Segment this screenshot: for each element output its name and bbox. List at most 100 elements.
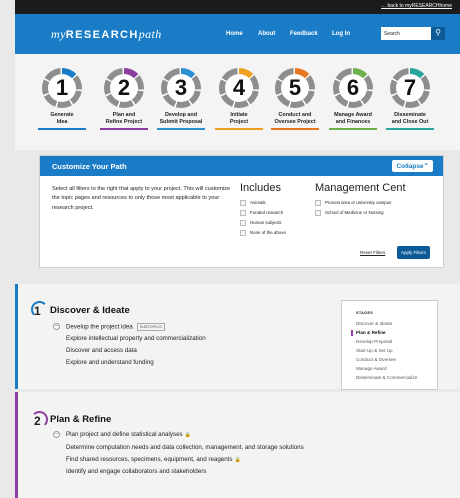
list-item-text: Find shared resources, specimens, equipm…	[66, 456, 233, 463]
list-item[interactable]: Explore intellectual property and commer…	[66, 335, 206, 342]
customize-title: Customize Your Path	[52, 162, 127, 171]
checkbox[interactable]	[240, 210, 246, 216]
stage-label: Generate Idea	[50, 112, 74, 125]
stage-underline	[215, 128, 263, 131]
logo-middle: RESEARCH	[65, 29, 139, 41]
list-item[interactable]: Discover and access data	[66, 347, 137, 354]
stages-nav-item[interactable]: Conduct & Oversee	[356, 357, 396, 362]
stage-label: Plan and Refine Project	[105, 112, 143, 125]
stages-nav-item-selected[interactable]: Plan & Refine	[356, 330, 386, 335]
collapse-button[interactable]: Collapse⌃	[392, 160, 433, 172]
stage-wheel-icon: 5	[275, 68, 315, 108]
nav-home[interactable]: Home	[226, 31, 243, 37]
management-checkbox-medicine[interactable]: School of Medicine or Nursing	[315, 210, 384, 216]
checkbox-label: Animals	[250, 200, 266, 206]
stages-nav-item[interactable]: Disseminate & Commercialize	[356, 375, 417, 380]
nav-login[interactable]: Log In	[332, 31, 350, 37]
stage-label: Disseminate and Close Out	[391, 112, 429, 125]
stage-underline	[271, 128, 319, 131]
stages-nav-item[interactable]: Develop Proposal	[356, 339, 392, 344]
stage-underline	[386, 128, 434, 131]
lock-icon: 🔒	[234, 457, 241, 463]
logo-prefix: my	[51, 27, 66, 41]
checkbox[interactable]	[315, 210, 321, 216]
stage-7[interactable]: 7 Disseminate and Close Out	[386, 68, 434, 131]
logo-suffix: path	[138, 27, 162, 41]
stages-nav-box: STAGES Discover & Ideate Plan & Refine D…	[341, 300, 438, 390]
site-logo[interactable]: myRESEARCHpath	[51, 27, 162, 42]
list-item[interactable]: Identify and engage collaborators and st…	[66, 468, 206, 475]
stage-4[interactable]: 4 Initiate Project	[215, 68, 263, 131]
list-item[interactable]: Determine computation needs and data col…	[66, 444, 304, 451]
stage-number: 4	[225, 74, 253, 102]
checkbox[interactable]	[240, 200, 246, 206]
stage-1[interactable]: 1 Generate Idea	[38, 68, 86, 131]
section-title: Plan & Refine	[50, 414, 112, 425]
search-button[interactable]: ⚲	[431, 27, 445, 40]
includes-checkbox-human[interactable]: Human subjects	[240, 220, 281, 226]
customize-description: Select all filters to the right that app…	[52, 186, 231, 211]
list-item[interactable]: Explore and understand funding	[66, 359, 154, 366]
management-checkbox-provost[interactable]: Provost area or university campus	[315, 200, 391, 206]
back-to-home-link[interactable]: ← back to myRESEARCHhome	[381, 3, 452, 9]
search-input[interactable]: Search	[381, 27, 431, 40]
checkbox-label: Human subjects	[250, 220, 282, 226]
reset-filters-link[interactable]: Reset Filters	[360, 250, 385, 255]
stages-nav-title: STAGES	[356, 311, 374, 315]
stage-underline	[100, 128, 148, 131]
stage-label: Conduct and Oversee Project	[274, 112, 316, 125]
stage-number: 6	[339, 74, 367, 102]
customize-header: Customize Your Path Collapse⌃	[40, 156, 443, 176]
checkbox-label: Funded research	[250, 210, 284, 216]
stage-number: 5	[281, 74, 309, 102]
checkbox[interactable]	[315, 200, 321, 206]
header: myRESEARCHpath Home About Feedback Log I…	[15, 14, 460, 54]
stages-nav-item[interactable]: Discover & Ideate	[356, 321, 392, 326]
apply-filters-button[interactable]: Apply Filters	[397, 246, 430, 259]
section-plan-refine: 2 Plan & Refine – Plan project and defin…	[15, 392, 460, 498]
stage-number: 2	[110, 74, 138, 102]
stage-label: Develop and Submit Proposal	[159, 112, 203, 125]
section-number: 1	[31, 301, 48, 318]
selected-marker	[351, 330, 353, 336]
list-item[interactable]: Plan project and define statistical anal…	[66, 431, 191, 438]
stage-wheel-icon: 2	[104, 68, 144, 108]
checkbox[interactable]	[240, 220, 246, 226]
stage-wheel-icon: 3	[161, 68, 201, 108]
management-title: Management Cent	[315, 182, 406, 194]
checkbox[interactable]	[240, 230, 246, 236]
stage-6[interactable]: 6 Manage Award and Finances	[329, 68, 377, 131]
subtopics-tag: SUBTOPICS	[136, 323, 165, 331]
checkbox-label: School of Medicine or Nursing	[325, 210, 384, 216]
expand-icon[interactable]: –	[53, 431, 60, 438]
stage-number: 7	[396, 74, 424, 102]
stages-nav-item[interactable]: Start Up & Set Up	[356, 348, 393, 353]
expand-icon[interactable]: –	[53, 323, 60, 330]
stage-arc-icon	[31, 411, 48, 428]
stages-nav-item[interactable]: Manage Award	[356, 366, 387, 371]
stage-5[interactable]: 5 Conduct and Oversee Project	[271, 68, 319, 131]
nav-feedback[interactable]: Feedback	[290, 31, 318, 37]
stage-label: Initiate Project	[229, 112, 249, 125]
stage-2[interactable]: 2 Plan and Refine Project	[100, 68, 148, 131]
includes-checkbox-animals[interactable]: Animals	[240, 200, 266, 206]
stage-wheel-icon: 4	[219, 68, 259, 108]
includes-checkbox-none[interactable]: None of the above	[240, 230, 286, 236]
search-icon: ⚲	[435, 28, 441, 37]
stage-wheel-icon: 1	[42, 68, 82, 108]
list-item[interactable]: Find shared resources, specimens, equipm…	[66, 456, 241, 463]
nav-about[interactable]: About	[258, 31, 275, 37]
section-title: Discover & Ideate	[50, 305, 130, 316]
includes-checkbox-funded[interactable]: Funded research	[240, 210, 283, 216]
list-item-text: Develop the project idea	[66, 323, 133, 331]
list-item[interactable]: Develop the project idea SUBTOPICS	[66, 323, 165, 331]
checkbox-label: None of the above	[250, 230, 286, 236]
list-item-text: Plan project and define statistical anal…	[66, 431, 183, 438]
stage-number: 1	[48, 74, 76, 102]
customize-panel: Customize Your Path Collapse⌃ Select all…	[39, 155, 444, 268]
checkbox-label: Provost area or university campus	[325, 200, 392, 206]
stage-label: Manage Award and Finances	[334, 112, 372, 125]
stage-underline	[157, 128, 205, 131]
section-number: 2	[31, 411, 48, 428]
stage-3[interactable]: 3 Develop and Submit Proposal	[157, 68, 205, 131]
